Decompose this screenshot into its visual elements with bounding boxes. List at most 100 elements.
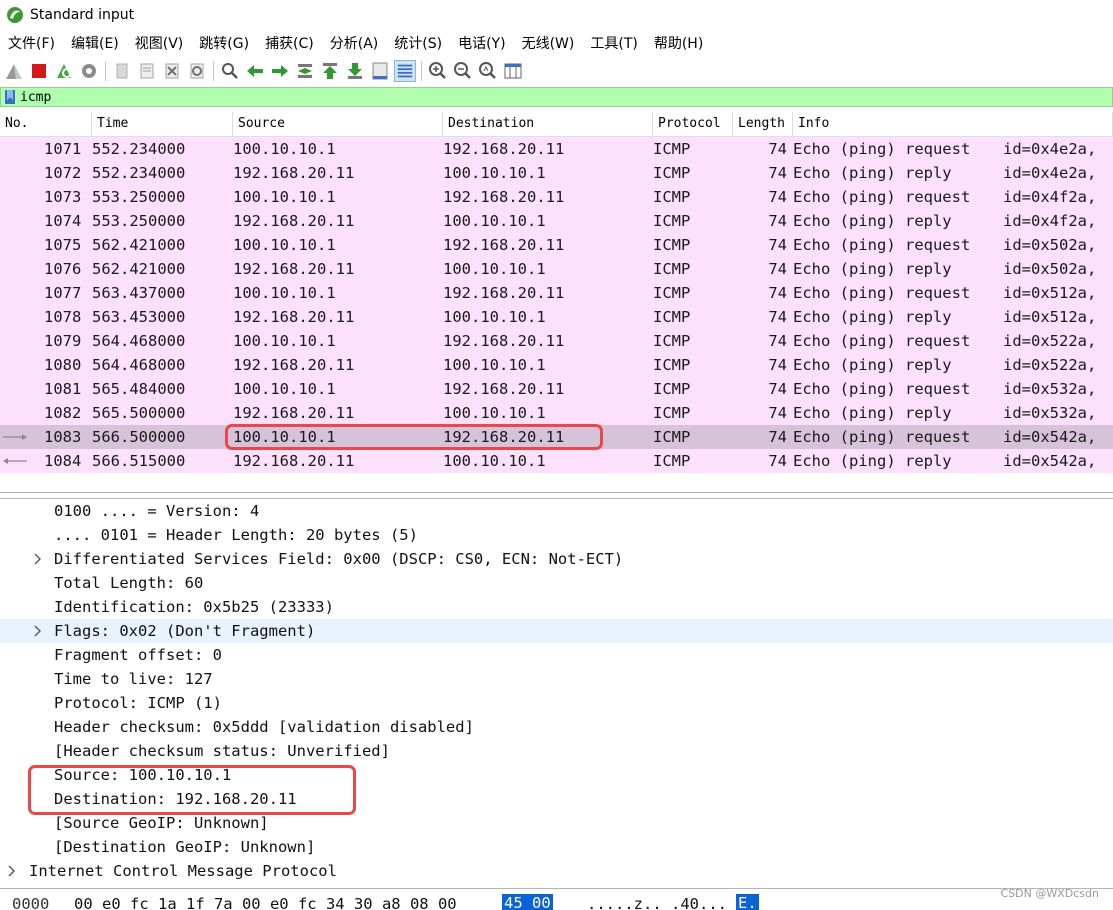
packet-row[interactable]: 1080 564.468000 192.168.20.11 100.10.10.1 IC… xyxy=(0,353,1113,377)
packet-time: 563.453000 xyxy=(92,308,186,326)
packet-row[interactable]: 1075 562.421000 100.10.10.1 192.168.20.11 IC… xyxy=(0,233,1113,257)
packet-info-id: id=0x512a, xyxy=(1003,308,1097,326)
menu-item-10[interactable]: 帮助(H) xyxy=(654,33,703,53)
toolbar-button-go-last[interactable] xyxy=(344,60,366,82)
column-header-proto[interactable]: Protocol xyxy=(653,112,733,136)
packet-marker xyxy=(0,401,44,425)
toolbar-button-go-forward-arrow[interactable] xyxy=(269,60,291,82)
toolbar-button-go-back-arrow[interactable] xyxy=(244,60,266,82)
packet-row[interactable]: 1071 552.234000 100.10.10.1 192.168.20.11 IC… xyxy=(0,137,1113,161)
toolbar-button-reload[interactable] xyxy=(186,60,208,82)
toolbar-button-resize-columns[interactable] xyxy=(502,60,524,82)
detail-line[interactable]: Protocol: ICMP (1) xyxy=(0,691,1113,715)
packet-destination: 100.10.10.1 xyxy=(443,356,546,374)
menu-item-7[interactable]: 电话(Y) xyxy=(458,33,505,53)
packet-info: Echo (ping) reply id=0x502a, xyxy=(793,257,1113,281)
column-header-no[interactable]: No. xyxy=(0,112,92,136)
packet-no: 1075 xyxy=(44,236,82,254)
packet-row[interactable]: 1081 565.484000 100.10.10.1 192.168.20.11 IC… xyxy=(0,377,1113,401)
highlight-box-src-dst xyxy=(225,424,603,450)
detail-line[interactable]: Differentiated Services Field: 0x00 (DSC… xyxy=(0,547,1113,571)
packet-row[interactable]: 1078 563.453000 192.168.20.11 100.10.10.1 IC… xyxy=(0,305,1113,329)
detail-line[interactable]: 0100 .... = Version: 4 xyxy=(0,499,1113,523)
toolbar-button-stop-square[interactable] xyxy=(28,60,50,82)
packet-destination: 100.10.10.1 xyxy=(443,164,546,182)
packet-marker xyxy=(0,281,44,305)
toolbar-button-close-file[interactable] xyxy=(161,60,183,82)
menu-item-1[interactable]: 编辑(E) xyxy=(71,33,119,53)
toolbar-button-open-file[interactable] xyxy=(111,60,133,82)
menu-item-0[interactable]: 文件(F) xyxy=(8,33,55,53)
menu-item-8[interactable]: 无线(W) xyxy=(522,33,575,53)
column-header-info[interactable]: Info xyxy=(793,112,1113,136)
packet-row[interactable]: 1082 565.500000 192.168.20.11 100.10.10.1 IC… xyxy=(0,401,1113,425)
detail-text: [Header checksum status: Unverified] xyxy=(54,742,390,760)
packet-row[interactable]: 1073 553.250000 100.10.10.1 192.168.20.11 IC… xyxy=(0,185,1113,209)
menu-item-9[interactable]: 工具(T) xyxy=(590,33,637,53)
toolbar-button-capture-options-gear[interactable] xyxy=(78,60,100,82)
packet-destination: 192.168.20.11 xyxy=(443,140,565,158)
column-header-len[interactable]: Length xyxy=(733,112,793,136)
chevron-right-icon[interactable] xyxy=(32,547,44,571)
column-header-src[interactable]: Source xyxy=(233,112,443,136)
chevron-right-icon[interactable] xyxy=(32,619,44,643)
toolbar-button-zoom-in[interactable] xyxy=(427,60,449,82)
packet-row[interactable]: 1074 553.250000 192.168.20.11 100.10.10.1 IC… xyxy=(0,209,1113,233)
toolbar-button-autoscroll[interactable] xyxy=(369,60,391,82)
go-to-packet-icon xyxy=(298,63,312,78)
menu-item-2[interactable]: 视图(V) xyxy=(135,33,184,53)
menu-item-4[interactable]: 捕获(C) xyxy=(265,33,314,53)
detail-line[interactable]: [Destination GeoIP: Unknown] xyxy=(0,835,1113,859)
packet-source: 100.10.10.1 xyxy=(233,284,336,302)
packet-info-id: id=0x4f2a, xyxy=(1003,188,1097,206)
toolbar-button-find-packet[interactable] xyxy=(219,60,241,82)
bytes-ascii-selected[interactable]: E. xyxy=(736,894,759,910)
packet-length: 74 xyxy=(768,428,787,446)
packet-destination: 192.168.20.11 xyxy=(443,284,565,302)
menu-item-6[interactable]: 统计(S) xyxy=(394,33,442,53)
toolbar-button-save-file[interactable] xyxy=(136,60,158,82)
packet-row[interactable]: 1077 563.437000 100.10.10.1 192.168.20.11 IC… xyxy=(0,281,1113,305)
detail-line[interactable]: .... 0101 = Header Length: 20 bytes (5) xyxy=(0,523,1113,547)
packet-marker xyxy=(0,257,44,281)
toolbar-button-restart-capture[interactable] xyxy=(53,60,75,82)
toolbar-button-colorize[interactable] xyxy=(394,59,416,82)
bytes-hex-selected[interactable]: 45 00 xyxy=(502,894,553,910)
packet-row[interactable]: 1072 552.234000 192.168.20.11 100.10.10.1 IC… xyxy=(0,161,1113,185)
detail-line[interactable]: Time to live: 127 xyxy=(0,667,1113,691)
detail-line[interactable]: Fragment offset: 0 xyxy=(0,643,1113,667)
detail-line[interactable]: Total Length: 60 xyxy=(0,571,1113,595)
bytes-hex[interactable]: 00 e0 fc 1a 1f 7a 00 e0 fc 34 30 a8 08 0… xyxy=(74,895,457,910)
bytes-ascii[interactable]: .....z.. .40... xyxy=(587,895,727,910)
packet-marker xyxy=(0,377,44,401)
column-header-dst[interactable]: Destination xyxy=(443,112,653,136)
detail-line[interactable]: Identification: 0x5b25 (23333) xyxy=(0,595,1113,619)
detail-line[interactable]: Header checksum: 0x5ddd [validation disa… xyxy=(0,715,1113,739)
packet-row[interactable]: 1076 562.421000 192.168.20.11 100.10.10.1 IC… xyxy=(0,257,1113,281)
toolbar-button-shark-fin-start[interactable] xyxy=(3,60,25,82)
zoom-in-icon xyxy=(429,61,446,79)
toolbar-button-go-to-packet[interactable] xyxy=(294,60,316,82)
bookmark-icon[interactable] xyxy=(4,90,16,104)
toolbar-button-zoom-out[interactable] xyxy=(452,60,474,82)
column-header-time[interactable]: Time xyxy=(92,112,233,136)
watermark: CSDN @WXDcsdn xyxy=(1000,887,1099,900)
menu-item-3[interactable]: 跳转(G) xyxy=(199,33,249,53)
packet-no: 1084 xyxy=(44,452,82,470)
packet-row[interactable]: 1079 564.468000 100.10.10.1 192.168.20.11 IC… xyxy=(0,329,1113,353)
toolbar-button-normal-size[interactable] xyxy=(477,60,499,82)
chevron-right-icon[interactable] xyxy=(6,859,18,883)
toolbar-button-go-first[interactable] xyxy=(319,60,341,82)
detail-text: Time to live: 127 xyxy=(54,670,213,688)
detail-line[interactable]: Flags: 0x02 (Don't Fragment) xyxy=(0,619,1113,643)
restart-capture-icon xyxy=(57,63,72,78)
display-filter-input[interactable] xyxy=(20,88,1020,106)
go-forward-arrow-icon xyxy=(272,64,288,77)
packet-row[interactable]: 1084 566.515000 192.168.20.11 100.10.10.1 IC… xyxy=(0,449,1113,473)
detail-line[interactable]: [Header checksum status: Unverified] xyxy=(0,739,1113,763)
bytes-offset: 0000 xyxy=(12,895,50,910)
detail-line[interactable]: Internet Control Message Protocol xyxy=(0,859,1113,883)
menu-item-5[interactable]: 分析(A) xyxy=(330,33,379,53)
packet-no: 1083 xyxy=(44,428,82,446)
packet-source: 100.10.10.1 xyxy=(233,140,336,158)
